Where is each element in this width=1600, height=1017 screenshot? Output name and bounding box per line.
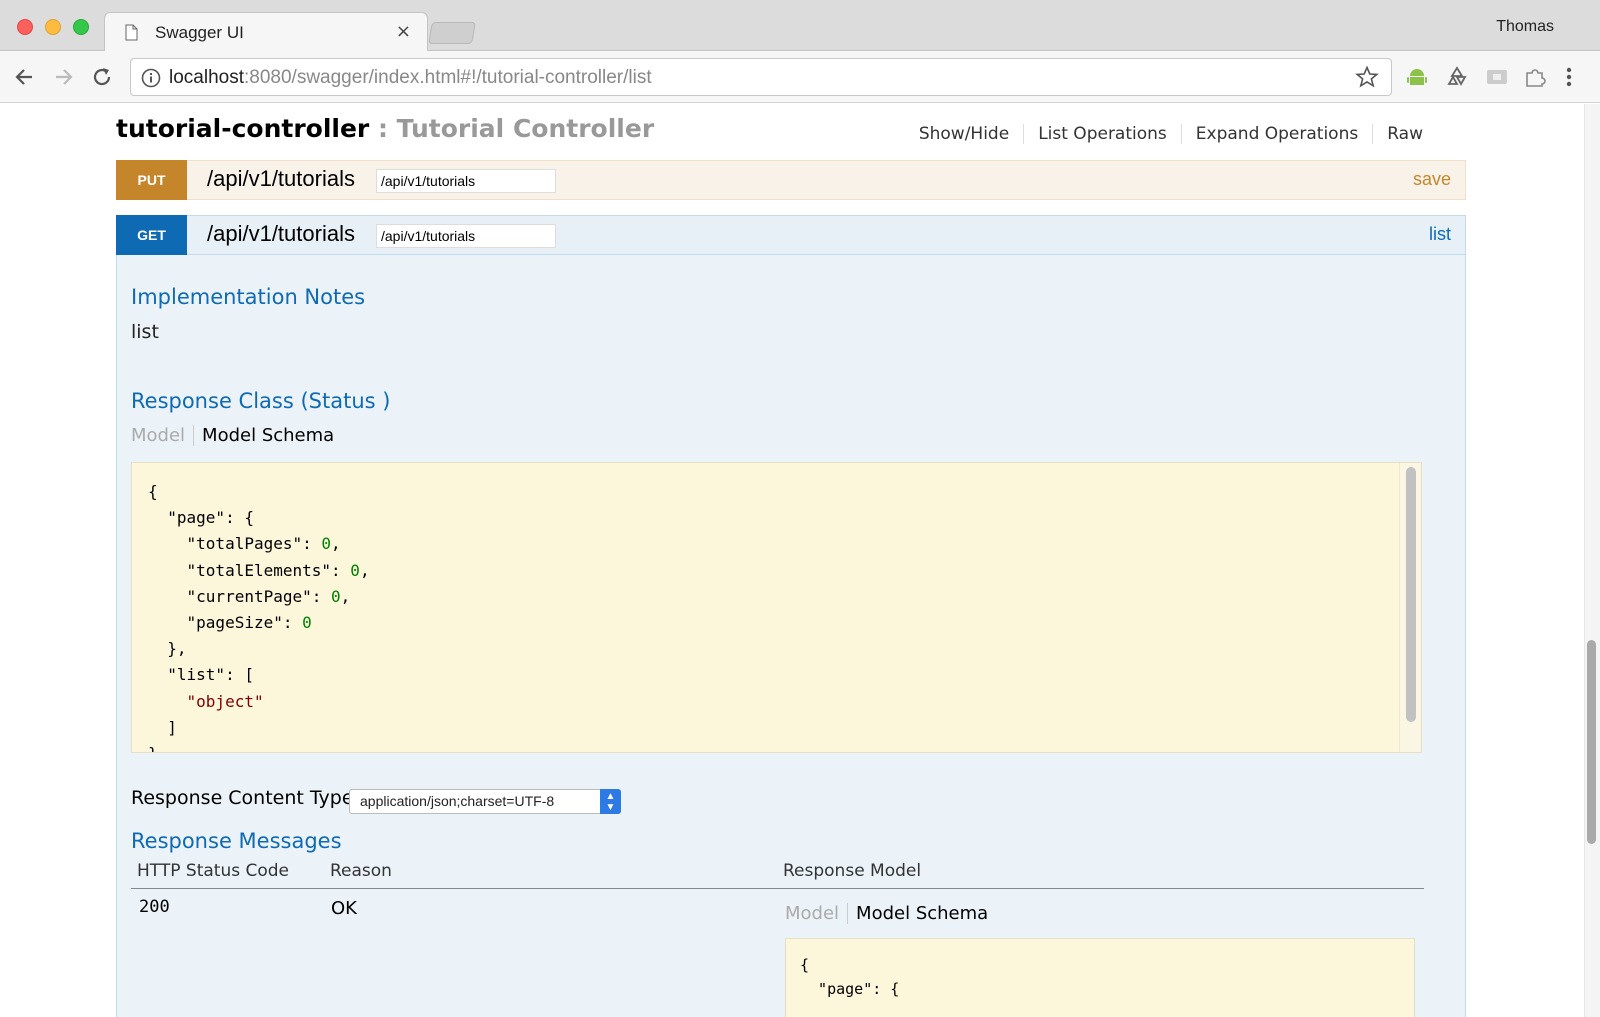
- forward-arrow-icon[interactable]: [50, 64, 76, 90]
- browser-titlebar: Swagger UI × Thomas: [0, 0, 1600, 52]
- put-path[interactable]: /api/v1/tutorials: [207, 166, 355, 192]
- back-arrow-icon[interactable]: [12, 64, 38, 90]
- list-operations-link[interactable]: List Operations: [1024, 124, 1182, 144]
- close-tab-icon[interactable]: ×: [396, 21, 411, 42]
- response-class-title: Response Class (Status ): [131, 389, 391, 413]
- url-host: localhost: [169, 67, 244, 88]
- page-scrollbar-thumb[interactable]: [1587, 640, 1596, 844]
- row-model-tab[interactable]: Model: [785, 903, 849, 924]
- put-path-input[interactable]: /api/v1/tutorials: [376, 169, 556, 193]
- minimize-window-button[interactable]: [45, 19, 61, 35]
- browser-toolbar: localhost:8080/swagger/index.html#!/tuto…: [0, 51, 1600, 103]
- get-method-badge[interactable]: GET: [116, 215, 187, 255]
- header-reason: Reason: [330, 861, 392, 881]
- tab-title: Swagger UI: [155, 23, 244, 42]
- code-scrollbar-thumb[interactable]: [1406, 467, 1416, 722]
- row-model-switcher: Model Model Schema: [785, 903, 988, 924]
- controller-heading: tutorial-controller : Tutorial Controlle…: [116, 114, 654, 143]
- page-viewport: tutorial-controller : Tutorial Controlle…: [0, 104, 1600, 1017]
- row-model-schema-code[interactable]: { "page": {: [785, 938, 1415, 1017]
- get-operation-header[interactable]: GET /api/v1/tutorials /api/v1/tutorials …: [116, 215, 1466, 255]
- new-tab-button[interactable]: [428, 22, 476, 44]
- file-icon: [125, 24, 138, 41]
- get-operation-body: Implementation Notes list Response Class…: [116, 255, 1466, 1017]
- info-icon[interactable]: [141, 68, 161, 88]
- controller-separator: :: [369, 114, 397, 143]
- controller-name[interactable]: tutorial-controller: [116, 114, 369, 143]
- raw-link[interactable]: Raw: [1373, 124, 1423, 144]
- response-content-type-value: application/json;charset=UTF-8: [360, 793, 555, 809]
- puzzle-icon[interactable]: [1522, 64, 1548, 90]
- schema-json: { "page": { "totalPages": 0, "totalEleme…: [148, 482, 370, 752]
- reload-icon[interactable]: [89, 64, 115, 90]
- cast-icon[interactable]: [1484, 64, 1510, 90]
- response-class-switcher: Model Model Schema: [131, 425, 334, 446]
- model-schema-tab[interactable]: Model Schema: [194, 425, 334, 446]
- profile-name[interactable]: Thomas: [1496, 18, 1554, 36]
- menu-dots-icon[interactable]: [1562, 64, 1576, 90]
- expand-operations-link[interactable]: Expand Operations: [1182, 124, 1374, 144]
- response-messages-table-header: HTTP Status Code Reason Response Model: [131, 861, 1424, 889]
- header-response-model: Response Model: [783, 861, 922, 881]
- put-summary-link[interactable]: save: [1413, 169, 1451, 190]
- controller-description: Tutorial Controller: [396, 114, 655, 143]
- close-window-button[interactable]: [17, 19, 33, 35]
- star-icon[interactable]: [1355, 65, 1379, 89]
- address-bar[interactable]: localhost:8080/swagger/index.html#!/tuto…: [130, 58, 1392, 96]
- row-status-code: 200: [139, 897, 170, 917]
- get-summary-link[interactable]: list: [1429, 224, 1451, 245]
- maximize-window-button[interactable]: [73, 19, 89, 35]
- browser-tab[interactable]: Swagger UI ×: [104, 12, 428, 52]
- response-content-type-label: Response Content Type: [131, 787, 354, 809]
- url-path: :8080/swagger/index.html#!/tutorial-cont…: [244, 67, 652, 88]
- model-tab[interactable]: Model: [131, 425, 195, 446]
- put-operation-header[interactable]: PUT /api/v1/tutorials /api/v1/tutorials …: [116, 160, 1466, 200]
- response-messages-title: Response Messages: [131, 829, 342, 853]
- model-schema-code[interactable]: { "page": { "totalPages": 0, "totalEleme…: [131, 462, 1422, 753]
- row-model-schema-tab[interactable]: Model Schema: [848, 903, 988, 924]
- get-path-input[interactable]: /api/v1/tutorials: [376, 224, 556, 248]
- url-text[interactable]: localhost:8080/swagger/index.html#!/tuto…: [169, 67, 652, 89]
- android-icon[interactable]: [1404, 64, 1430, 90]
- row-reason: OK: [331, 898, 357, 919]
- chevron-up-down-icon: ▲ ▼: [600, 789, 621, 814]
- header-status-code: HTTP Status Code: [137, 861, 290, 881]
- recycle-icon[interactable]: [1444, 64, 1470, 90]
- implementation-notes-title: Implementation Notes: [131, 285, 366, 309]
- controller-links: Show/Hide List Operations Expand Operati…: [905, 124, 1423, 144]
- row-schema-json: { "page": {: [800, 956, 900, 998]
- code-scrollbar[interactable]: [1399, 463, 1421, 752]
- get-path[interactable]: /api/v1/tutorials: [207, 221, 355, 247]
- page-scrollbar[interactable]: [1584, 104, 1600, 1017]
- show-hide-link[interactable]: Show/Hide: [905, 124, 1025, 144]
- response-content-type-select[interactable]: application/json;charset=UTF-8 ▲ ▼: [349, 789, 621, 814]
- implementation-notes-text: list: [131, 321, 159, 343]
- put-method-badge[interactable]: PUT: [116, 160, 187, 200]
